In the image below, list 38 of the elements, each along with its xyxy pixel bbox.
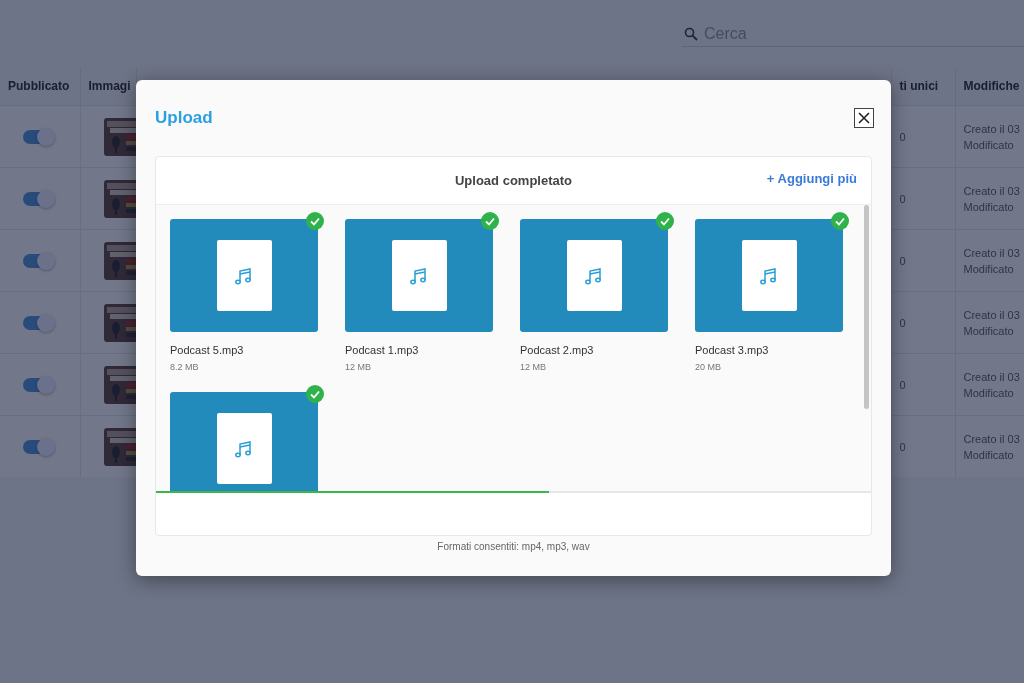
column-header[interactable]: Pubblicato (0, 67, 80, 106)
table-cell: 0 (899, 316, 906, 329)
table-cell: 0 (899, 440, 906, 453)
file-name: Podcast 5.mp3 (170, 344, 245, 356)
add-more-link[interactable]: + Aggiungi più (766, 171, 857, 186)
dialog-title: Upload (155, 108, 213, 128)
table-cell: 0 (899, 378, 906, 391)
file-size: 8.2 MB (170, 362, 200, 372)
toggle-switch[interactable] (23, 315, 53, 330)
table-cell-text: Modificato (963, 323, 1015, 339)
close-icon (857, 111, 871, 125)
file-size: 12 MB (345, 362, 372, 372)
column-header[interactable]: Modifiche (955, 67, 1024, 106)
file-size: 12 MB (520, 362, 547, 372)
table-cell-text: Modificato (963, 137, 1015, 153)
file-size: 20 MB (695, 362, 722, 372)
toggle-switch[interactable] (23, 129, 53, 144)
column-header[interactable]: Immagi (80, 67, 136, 106)
table-cell: 0 (899, 254, 906, 267)
toggle-switch[interactable] (23, 439, 53, 454)
allowed-formats-note: Formati consentiti: mp4, mp3, wav (436, 541, 591, 552)
file-name: Podcast 1.mp3 (345, 344, 420, 356)
toggle-switch[interactable] (23, 377, 53, 392)
table-cell: 0 (899, 130, 906, 143)
file-name: Podcast 2.mp3 (520, 344, 595, 356)
toggle-switch[interactable] (23, 253, 53, 268)
search-icon (684, 27, 698, 41)
table-cell-text: Modificato (963, 199, 1015, 215)
table-cell-text: Modificato (963, 261, 1015, 277)
column-header[interactable]: ti unici (891, 67, 955, 106)
table-cell-text: Modificato (963, 447, 1015, 463)
upload-status: Upload completato (455, 173, 572, 188)
toggle-switch[interactable] (23, 191, 53, 206)
close-button[interactable] (854, 108, 874, 128)
scrollbar[interactable] (864, 205, 869, 409)
file-name: Podcast 3.mp3 (695, 344, 770, 356)
table-cell: 0 (899, 192, 906, 205)
table-cell-text: Modificato (963, 385, 1015, 401)
